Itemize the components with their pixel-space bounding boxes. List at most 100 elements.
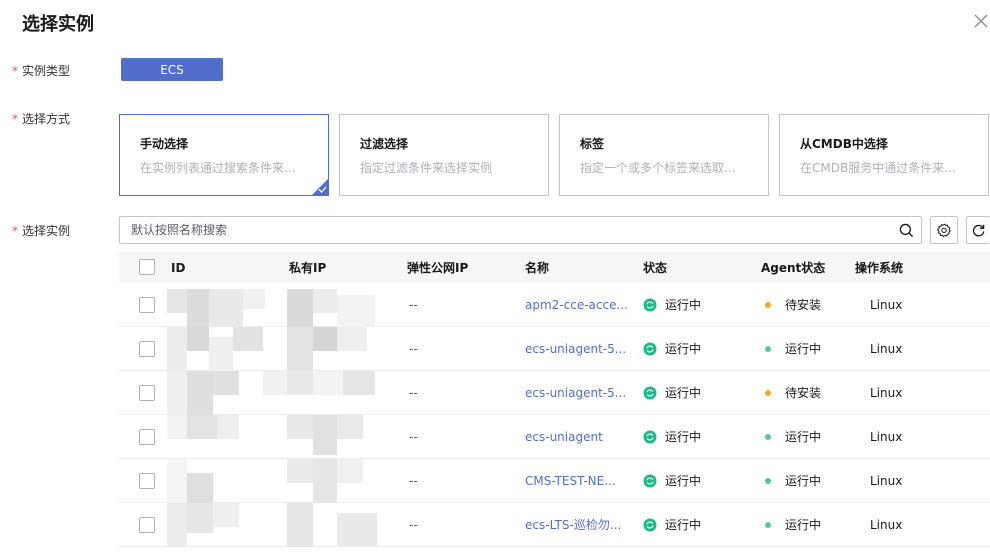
table-row[interactable]: -- ecs-uniagent-5... 运行中 运行中 Linux bbox=[119, 327, 990, 371]
instance-name-link[interactable]: ecs-uniagent-5... bbox=[525, 327, 626, 370]
redacted-id-ip bbox=[119, 415, 399, 459]
row-checkbox[interactable] bbox=[139, 473, 155, 489]
row-checkbox[interactable] bbox=[139, 517, 155, 533]
status-cell: 运行中 bbox=[643, 327, 701, 370]
col-header-status: 状态 bbox=[643, 261, 668, 275]
select-all-checkbox[interactable] bbox=[139, 259, 155, 275]
status-text: 运行中 bbox=[665, 518, 702, 532]
method-card-filter[interactable]: 过滤选择 指定过滤条件来选择实例 bbox=[339, 114, 549, 196]
table-row[interactable]: -- apm2-cce-acce... 运行中 待安装 Linux bbox=[119, 283, 990, 327]
instance-type-label: * 实例类型 bbox=[12, 64, 71, 78]
redacted-id-ip bbox=[119, 283, 399, 327]
card-title: 从CMDB中选择 bbox=[800, 137, 888, 151]
agent-status-dot-icon bbox=[765, 389, 771, 396]
instance-name-link[interactable]: ecs-LTS-巡检勿... bbox=[525, 503, 621, 546]
running-status-icon bbox=[643, 342, 657, 355]
table-header: ID 私有IP 弹性公网IP 名称 状态 Agent状态 操作系统 bbox=[119, 252, 990, 283]
method-card-cmdb[interactable]: 从CMDB中选择 在CMDB服务中通过条件来... bbox=[779, 114, 989, 196]
status-text: 运行中 bbox=[665, 342, 702, 356]
close-icon bbox=[974, 14, 988, 28]
agent-status-dot-icon bbox=[765, 345, 771, 352]
table-row[interactable]: -- ecs-uniagent-5... 运行中 待安装 Linux bbox=[119, 371, 990, 415]
card-title: 手动选择 bbox=[140, 137, 189, 151]
os-cell: Linux bbox=[870, 517, 903, 532]
eip-cell: -- bbox=[409, 297, 418, 312]
redacted-id-ip bbox=[119, 503, 399, 547]
os-cell: Linux bbox=[870, 473, 903, 488]
close-button[interactable] bbox=[972, 12, 990, 30]
col-header-id: ID bbox=[171, 260, 186, 275]
row-checkbox[interactable] bbox=[139, 297, 155, 313]
agent-status-cell: 运行中 bbox=[765, 327, 821, 370]
method-card-tag[interactable]: 标签 指定一个或多个标签来选取... bbox=[559, 114, 769, 196]
agent-status-cell: 运行中 bbox=[765, 415, 821, 458]
os-cell: Linux bbox=[870, 341, 903, 356]
status-text: 运行中 bbox=[665, 474, 702, 488]
table-row[interactable]: -- ecs-LTS-巡检勿... 运行中 运行中 Linux bbox=[119, 503, 990, 547]
row-checkbox[interactable] bbox=[139, 385, 155, 401]
row-checkbox[interactable] bbox=[139, 429, 155, 445]
agent-status-text: 运行中 bbox=[785, 518, 822, 532]
running-status-icon bbox=[643, 386, 657, 399]
eip-cell: -- bbox=[409, 385, 418, 400]
agent-status-text: 运行中 bbox=[785, 430, 822, 444]
running-status-icon bbox=[643, 474, 657, 487]
table-row[interactable]: -- ecs-uniagent 运行中 运行中 Linux bbox=[119, 415, 990, 459]
card-desc: 在实例列表通过搜索条件来... bbox=[140, 161, 296, 175]
agent-status-text: 运行中 bbox=[785, 474, 822, 488]
agent-status-dot-icon bbox=[765, 433, 771, 440]
table-body: -- apm2-cce-acce... 运行中 待安装 Linux -- ecs-uniag… bbox=[119, 283, 990, 547]
check-icon bbox=[318, 186, 327, 193]
agent-status-text: 待安装 bbox=[785, 386, 822, 400]
instance-name-link[interactable]: ecs-uniagent-5... bbox=[525, 371, 626, 414]
col-header-agent-status: Agent状态 bbox=[761, 261, 826, 275]
eip-cell: -- bbox=[409, 429, 418, 444]
agent-status-cell: 待安装 bbox=[765, 283, 821, 326]
status-text: 运行中 bbox=[665, 386, 702, 400]
card-desc: 指定一个或多个标签来选取... bbox=[580, 161, 736, 175]
status-cell: 运行中 bbox=[643, 371, 701, 414]
running-status-icon bbox=[643, 298, 657, 311]
search-icon[interactable] bbox=[899, 223, 914, 238]
refresh-icon bbox=[972, 224, 985, 236]
agent-status-dot-icon bbox=[765, 521, 771, 528]
card-desc: 指定过滤条件来选择实例 bbox=[360, 161, 493, 175]
instance-name-link[interactable]: CMS-TEST-NE... bbox=[525, 459, 616, 502]
redacted-id-ip bbox=[119, 327, 399, 371]
agent-status-dot-icon bbox=[765, 477, 771, 484]
col-header-private-ip: 私有IP bbox=[289, 261, 327, 275]
status-cell: 运行中 bbox=[643, 283, 701, 326]
running-status-icon bbox=[643, 430, 657, 443]
refresh-button[interactable] bbox=[966, 216, 990, 244]
status-text: 运行中 bbox=[665, 298, 702, 312]
select-instance-label: * 选择实例 bbox=[12, 224, 71, 238]
eip-cell: -- bbox=[409, 473, 418, 488]
agent-status-cell: 运行中 bbox=[765, 459, 821, 502]
agent-status-cell: 待安装 bbox=[765, 371, 821, 414]
select-method-label: * 选择方式 bbox=[12, 112, 71, 126]
instance-name-link[interactable]: apm2-cce-acce... bbox=[525, 283, 628, 326]
os-cell: Linux bbox=[870, 297, 903, 312]
col-header-os: 操作系统 bbox=[855, 261, 904, 275]
search-input[interactable] bbox=[120, 217, 880, 243]
status-cell: 运行中 bbox=[643, 503, 701, 546]
redacted-id-ip bbox=[119, 459, 399, 503]
col-header-eip: 弹性公网IP bbox=[407, 261, 469, 275]
instance-name-link[interactable]: ecs-uniagent bbox=[525, 415, 603, 458]
settings-button[interactable] bbox=[930, 216, 958, 244]
method-card-manual[interactable]: 手动选择 在实例列表通过搜索条件来... bbox=[119, 114, 329, 196]
search-box bbox=[119, 216, 922, 244]
agent-status-text: 运行中 bbox=[785, 342, 822, 356]
instance-type-ecs-tag[interactable]: ECS bbox=[121, 58, 223, 81]
status-cell: 运行中 bbox=[643, 459, 701, 502]
row-checkbox[interactable] bbox=[139, 341, 155, 357]
instance-table: ID 私有IP 弹性公网IP 名称 状态 Agent状态 操作系统 -- apm2… bbox=[119, 252, 990, 547]
running-status-icon bbox=[643, 518, 657, 531]
table-row[interactable]: -- CMS-TEST-NE... 运行中 运行中 Linux bbox=[119, 459, 990, 503]
eip-cell: -- bbox=[409, 341, 418, 356]
os-cell: Linux bbox=[870, 429, 903, 444]
card-title: 标签 bbox=[580, 137, 605, 151]
gear-icon bbox=[936, 223, 951, 237]
status-cell: 运行中 bbox=[643, 415, 701, 458]
card-title: 过滤选择 bbox=[360, 137, 409, 151]
